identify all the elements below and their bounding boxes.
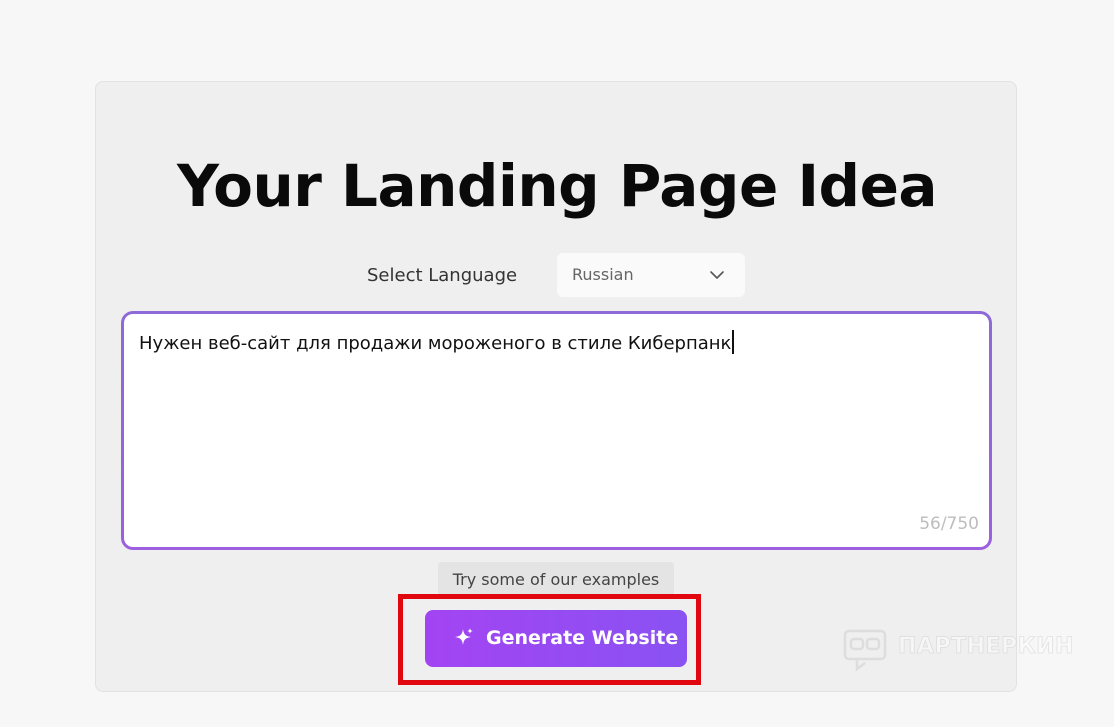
idea-text: Нужен веб-сайт для продажи мороженого в … (139, 333, 732, 354)
page-title: Your Landing Page Idea (176, 152, 938, 220)
annotation-highlight-box (398, 594, 701, 685)
language-label: Select Language (367, 265, 518, 286)
examples-button[interactable]: Try some of our examples (438, 562, 674, 598)
idea-textarea[interactable]: Нужен веб-сайт для продажи мороженого в … (124, 314, 989, 547)
vr-headset-icon (843, 629, 887, 672)
language-select-value: Russian (572, 265, 634, 284)
idea-textarea-border: Нужен веб-сайт для продажи мороженого в … (121, 311, 992, 550)
text-caret (732, 330, 735, 354)
chevron-down-icon (710, 271, 724, 279)
watermark: ПАРТНЕРКИН (842, 626, 1074, 678)
char-counter: 56/750 (919, 514, 979, 534)
watermark-text: ПАРТНЕРКИН (898, 634, 1074, 660)
language-select[interactable]: Russian (557, 253, 745, 297)
